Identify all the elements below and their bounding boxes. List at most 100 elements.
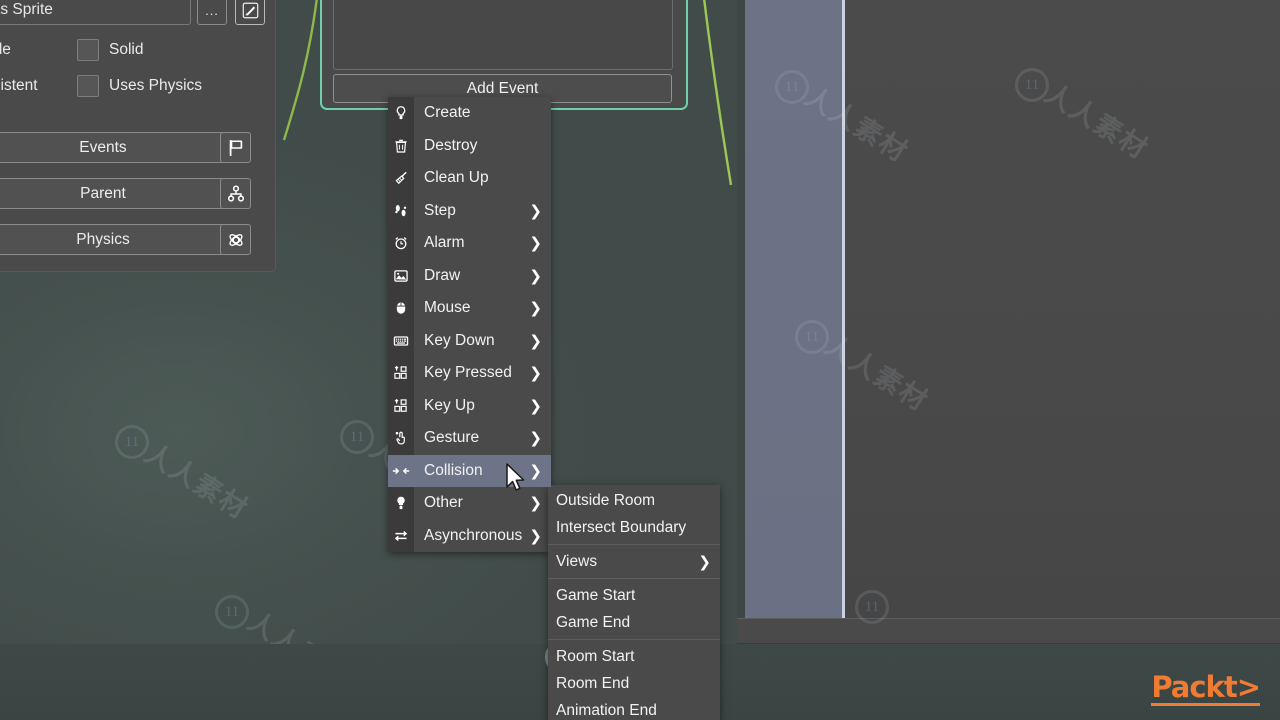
physics-label: Physics bbox=[76, 230, 130, 248]
submenu-item-label: Animation End bbox=[556, 701, 657, 719]
lightbulb-icon bbox=[388, 97, 414, 130]
submenu-separator bbox=[548, 544, 720, 545]
chevron-right-icon: ❯ bbox=[529, 526, 542, 545]
submenu-item-game-end[interactable]: Game End bbox=[548, 609, 720, 636]
menu-item-key-pressed[interactable]: Key Pressed ❯ bbox=[388, 357, 551, 390]
menu-item-label: Destroy bbox=[424, 136, 478, 154]
submenu-item-label: Outside Room bbox=[556, 491, 656, 509]
trash-icon bbox=[388, 130, 414, 163]
submenu-item-label: Intersect Boundary bbox=[556, 518, 687, 536]
uses-physics-checkbox[interactable] bbox=[77, 75, 99, 97]
watermark-ring: 11 bbox=[340, 420, 374, 454]
submenu-item-room-start[interactable]: Room Start bbox=[548, 643, 720, 670]
image-icon bbox=[388, 260, 414, 293]
menu-item-label: Step bbox=[424, 201, 456, 219]
submenu-item-label: Game End bbox=[556, 613, 631, 631]
chevron-right-icon: ❯ bbox=[698, 552, 711, 571]
physics-atom-icon bbox=[227, 231, 245, 249]
alarm-clock-icon bbox=[388, 227, 414, 260]
menu-item-label: Create bbox=[424, 104, 471, 122]
watermark-ring: 11 bbox=[215, 595, 249, 629]
menu-item-create[interactable]: Create bbox=[388, 97, 551, 130]
sprite-edit-button[interactable] bbox=[235, 0, 265, 25]
submenu-separator bbox=[548, 578, 720, 579]
chevron-right-icon: ❯ bbox=[529, 396, 542, 415]
submenu-item-label: Views bbox=[556, 552, 598, 570]
footsteps-icon bbox=[388, 195, 414, 228]
submenu-item-views[interactable]: Views ❯ bbox=[548, 548, 720, 575]
menu-item-gesture[interactable]: Gesture ❯ bbox=[388, 422, 551, 455]
menu-item-key-up[interactable]: Key Up ❯ bbox=[388, 390, 551, 423]
events-button[interactable]: Events bbox=[0, 132, 227, 163]
submenu-separator bbox=[548, 639, 720, 640]
menu-item-label: Alarm bbox=[424, 234, 465, 252]
broom-icon bbox=[388, 162, 414, 195]
menu-item-label: Key Pressed bbox=[424, 364, 512, 382]
screen: 11 人人素材 11 人人素材 11 人人素材 人人素材 11 人人素材 11 … bbox=[0, 0, 1280, 720]
sprite-more-button[interactable]: ... bbox=[197, 0, 227, 25]
menu-item-mouse[interactable]: Mouse ❯ bbox=[388, 292, 551, 325]
submenu-item-intersect-boundary[interactable]: Intersect Boundary bbox=[548, 514, 720, 541]
lightbulb-icon bbox=[388, 487, 414, 520]
parent-button[interactable]: Parent bbox=[0, 178, 227, 209]
solid-checkbox[interactable] bbox=[77, 39, 99, 61]
menu-item-label: Asynchronous bbox=[424, 526, 523, 544]
menu-item-draw[interactable]: Draw ❯ bbox=[388, 260, 551, 293]
menu-item-label: Gesture bbox=[424, 429, 480, 447]
chevron-right-icon: ❯ bbox=[529, 331, 542, 350]
key-blocks-icon bbox=[388, 357, 414, 390]
other-submenu[interactable]: Outside Room Intersect Boundary Views ❯ … bbox=[548, 485, 720, 720]
horizontal-scrollbar[interactable] bbox=[737, 618, 1280, 644]
menu-item-asynchronous[interactable]: Asynchronous ❯ bbox=[388, 520, 551, 553]
packt-logo: Packt> bbox=[1151, 669, 1261, 706]
menu-item-label: Clean Up bbox=[424, 169, 489, 187]
submenu-item-animation-end[interactable]: Animation End bbox=[548, 697, 720, 720]
visible-label: sible bbox=[0, 41, 11, 58]
submenu-item-label: Room Start bbox=[556, 647, 635, 665]
submenu-item-outside-room[interactable]: Outside Room bbox=[548, 487, 720, 514]
chevron-right-icon: ❯ bbox=[529, 494, 542, 513]
menu-item-key-down[interactable]: Key Down ❯ bbox=[388, 325, 551, 358]
chevron-right-icon: ❯ bbox=[529, 299, 542, 318]
parent-icon-button[interactable] bbox=[220, 178, 251, 209]
physics-button[interactable]: Physics bbox=[0, 224, 227, 255]
physics-icon-button[interactable] bbox=[220, 224, 251, 255]
panel-gap bbox=[737, 0, 745, 620]
solid-label: Solid bbox=[109, 41, 144, 58]
menu-item-label: Draw bbox=[424, 266, 461, 284]
chevron-right-icon: ❯ bbox=[529, 234, 542, 253]
persistent-label: ersistent bbox=[0, 77, 38, 94]
menu-item-alarm[interactable]: Alarm ❯ bbox=[388, 227, 551, 260]
sprite-field-value: As Sprite bbox=[0, 1, 53, 18]
chevron-right-icon: ❯ bbox=[529, 201, 542, 220]
sprite-more-label: ... bbox=[205, 2, 219, 18]
menu-item-destroy[interactable]: Destroy bbox=[388, 130, 551, 163]
mouse-icon bbox=[388, 292, 414, 325]
uses-physics-label: Uses Physics bbox=[109, 77, 203, 94]
chevron-right-icon: ❯ bbox=[529, 429, 542, 448]
menu-item-label: Mouse bbox=[424, 299, 471, 317]
menu-item-step[interactable]: Step ❯ bbox=[388, 195, 551, 228]
menu-item-label: Key Up bbox=[424, 396, 475, 414]
keyboard-icon bbox=[388, 325, 414, 358]
mouse-cursor bbox=[505, 463, 527, 500]
object-properties-panel: As Sprite ... sible Solid ersis bbox=[0, 0, 276, 272]
async-arrows-icon bbox=[388, 520, 414, 553]
hierarchy-icon bbox=[227, 184, 245, 203]
menu-item-clean-up[interactable]: Clean Up bbox=[388, 162, 551, 195]
packt-logo-text: Packt> bbox=[1151, 669, 1261, 704]
sprite-field[interactable]: As Sprite bbox=[0, 0, 191, 25]
menu-item-label: Key Down bbox=[424, 331, 495, 349]
hand-tap-icon bbox=[388, 422, 414, 455]
event-list[interactable] bbox=[333, 0, 673, 70]
events-icon-button[interactable] bbox=[220, 132, 251, 163]
submenu-item-game-start[interactable]: Game Start bbox=[548, 582, 720, 609]
chevron-right-icon: ❯ bbox=[529, 461, 542, 480]
events-label: Events bbox=[79, 138, 127, 156]
submenu-item-room-end[interactable]: Room End bbox=[548, 670, 720, 697]
parent-label: Parent bbox=[80, 184, 126, 202]
submenu-item-label: Room End bbox=[556, 674, 630, 692]
collision-arrows-icon bbox=[388, 455, 414, 488]
chevron-right-icon: ❯ bbox=[529, 364, 542, 383]
watermark-ring: 11 bbox=[115, 425, 149, 459]
